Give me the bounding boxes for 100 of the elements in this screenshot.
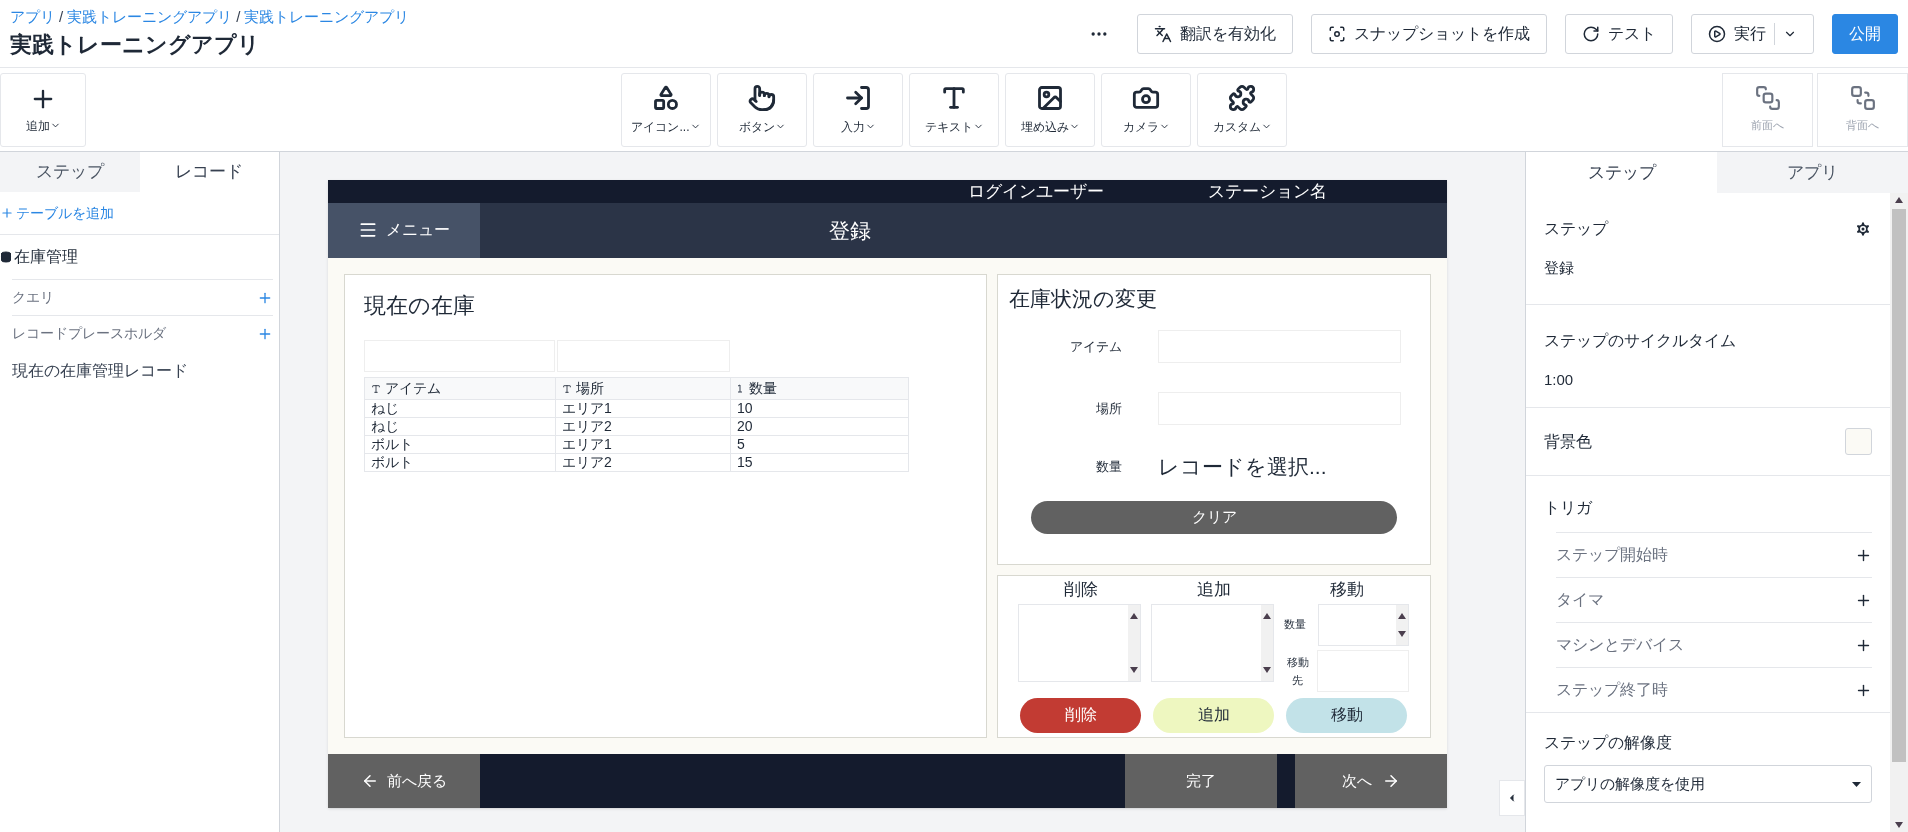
breadcrumb-link[interactable]: 実践トレーニングアプリ	[244, 5, 410, 29]
table-cell: 10	[730, 399, 909, 417]
clear-button[interactable]: クリア	[1031, 500, 1397, 534]
breadcrumb-link[interactable]: 実践トレーニングアプリ	[67, 5, 233, 29]
down-arrow-icon[interactable]	[1130, 666, 1138, 673]
button-icon	[1154, 24, 1172, 43]
menu-button[interactable]: メニュー	[328, 203, 480, 258]
tool-button[interactable]: 埋め込み	[1005, 72, 1095, 147]
table-cell: 20	[730, 417, 909, 435]
up-arrow-icon[interactable]	[1130, 612, 1138, 619]
tool-icon	[652, 83, 680, 112]
resolution-select[interactable]: アプリの解像度を使用	[1544, 765, 1872, 803]
table-cell: ねじ	[364, 399, 556, 417]
table-cell: エリア1	[555, 435, 731, 453]
section-label: レコードプレースホルダ	[12, 324, 166, 343]
list-field[interactable]	[1151, 603, 1274, 682]
tool-button[interactable]: アイコン...	[621, 72, 711, 147]
header-button[interactable]: テスト	[1565, 13, 1673, 54]
card-title: 現在の在庫	[364, 291, 476, 320]
breadcrumb-separator: /	[59, 6, 64, 27]
plus-icon	[0, 206, 14, 220]
done-button[interactable]: 完了	[1125, 753, 1277, 808]
breadcrumb-link[interactable]: アプリ	[10, 5, 55, 29]
next-button[interactable]: 次へ	[1295, 753, 1447, 808]
scrollbar[interactable]	[1890, 193, 1908, 832]
tool-button[interactable]: 入力	[813, 72, 903, 147]
step-name: 登録	[1544, 258, 1575, 278]
tool-button[interactable]: カメラ	[1101, 72, 1191, 147]
action-button[interactable]: 削除	[1020, 697, 1141, 733]
section-label: クエリ	[12, 288, 54, 307]
arrange-icon	[1849, 85, 1876, 112]
tool-icon	[1036, 83, 1064, 112]
trigger-label: ステップ終了時	[1556, 680, 1668, 700]
down-arrow-icon[interactable]	[1895, 822, 1903, 828]
trigger-label: タイマ	[1556, 590, 1604, 610]
step-title: 登録	[829, 217, 871, 244]
card-title: 在庫状況の変更	[1009, 285, 1158, 312]
table-name[interactable]: 在庫管理	[14, 245, 78, 269]
table-cell: 5	[730, 435, 909, 453]
action-button[interactable]: 追加	[1153, 697, 1274, 733]
record-item[interactable]: 現在の在庫管理レコード	[12, 351, 279, 391]
section-label: ステップの解像度	[1544, 733, 1673, 753]
list-field[interactable]	[1018, 603, 1141, 682]
tool-icon	[748, 83, 776, 112]
trigger-label: ステップ開始時	[1556, 545, 1668, 565]
table-cell: エリア2	[555, 417, 731, 435]
header-button[interactable]: スナップショットを作成	[1311, 13, 1547, 54]
up-arrow-icon[interactable]	[1398, 612, 1406, 619]
tool-button[interactable]: ボタン	[717, 72, 807, 147]
table-cell: エリア1	[555, 399, 731, 417]
button-icon	[1328, 24, 1346, 43]
column-header[interactable]: 場所	[555, 377, 731, 399]
table-cell: 15	[730, 453, 909, 471]
header-button[interactable]: 実行	[1691, 13, 1814, 54]
field-label: 数量	[1095, 458, 1122, 476]
tool-icon	[844, 83, 872, 112]
tool-button[interactable]: カスタム	[1197, 72, 1287, 147]
number-type-icon	[737, 384, 743, 394]
arrange-icon	[1754, 85, 1781, 112]
trigger-label: マシンとデバイス	[1556, 635, 1684, 655]
top-bar-label: ステーション名	[1208, 180, 1327, 203]
table-cell: ボルト	[364, 435, 556, 453]
cycle-time: 1:00	[1544, 370, 1575, 390]
list-field[interactable]	[1317, 603, 1409, 646]
add-table-link[interactable]: テーブルを追加	[0, 202, 114, 224]
action-heading: 削除	[1063, 578, 1098, 601]
add-button[interactable]: 追加	[0, 72, 86, 147]
settings-icon[interactable]	[1854, 220, 1872, 238]
tool-icon	[1228, 83, 1256, 112]
back-button[interactable]: 前へ戻る	[328, 753, 480, 808]
field-label: 移動先	[1285, 654, 1310, 688]
table-cell: ねじ	[364, 417, 556, 435]
section-label: ステップのサイクルタイム	[1544, 331, 1737, 351]
down-arrow-icon[interactable]	[1263, 666, 1271, 673]
tool-button[interactable]: テキスト	[909, 72, 999, 147]
text-type-icon	[371, 383, 381, 394]
action-heading: 移動	[1329, 578, 1364, 601]
field-label: アイテム	[1069, 337, 1122, 356]
header-button[interactable]: 翻訳を有効化	[1137, 13, 1293, 54]
header-button[interactable]: 公開	[1832, 13, 1898, 54]
up-arrow-icon[interactable]	[1263, 612, 1271, 619]
color-swatch[interactable]	[1845, 428, 1872, 455]
caret-icon	[1852, 781, 1861, 787]
section-label: 背景色	[1544, 431, 1592, 452]
table-cell: エリア2	[555, 453, 731, 471]
button-icon	[1582, 24, 1600, 43]
down-arrow-icon[interactable]	[1398, 630, 1406, 637]
button-icon	[1708, 24, 1726, 43]
action-button[interactable]: 移動	[1286, 697, 1407, 733]
field-label: 場所	[1095, 399, 1122, 418]
field-label: 数量	[1284, 617, 1307, 633]
text-type-icon	[562, 383, 572, 394]
up-arrow-icon[interactable]	[1895, 197, 1903, 203]
section-label: ステップ	[1544, 219, 1608, 239]
table-cell: ボルト	[364, 453, 556, 471]
panel-tab[interactable]: アプリ	[1717, 152, 1908, 193]
column-header[interactable]: アイテム	[364, 377, 556, 399]
record-select[interactable]: レコードを選択...	[1158, 451, 1327, 483]
column-header[interactable]: 数量	[730, 377, 909, 399]
panel-tab[interactable]: ステップ	[0, 152, 140, 192]
